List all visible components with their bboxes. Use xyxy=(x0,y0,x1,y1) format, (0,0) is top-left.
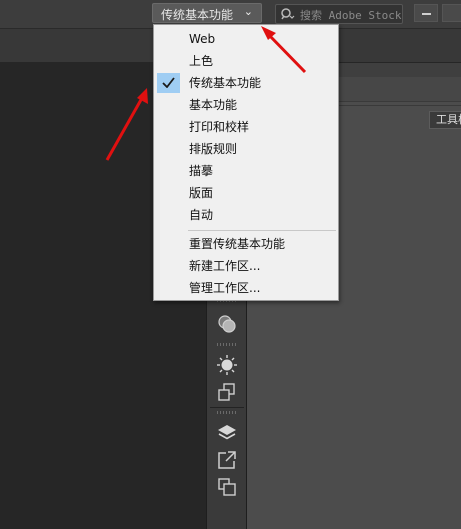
annotation-arrows xyxy=(105,26,307,161)
arrow-to-checked-item xyxy=(105,88,148,161)
arrow-to-workspace-switcher xyxy=(261,26,307,74)
